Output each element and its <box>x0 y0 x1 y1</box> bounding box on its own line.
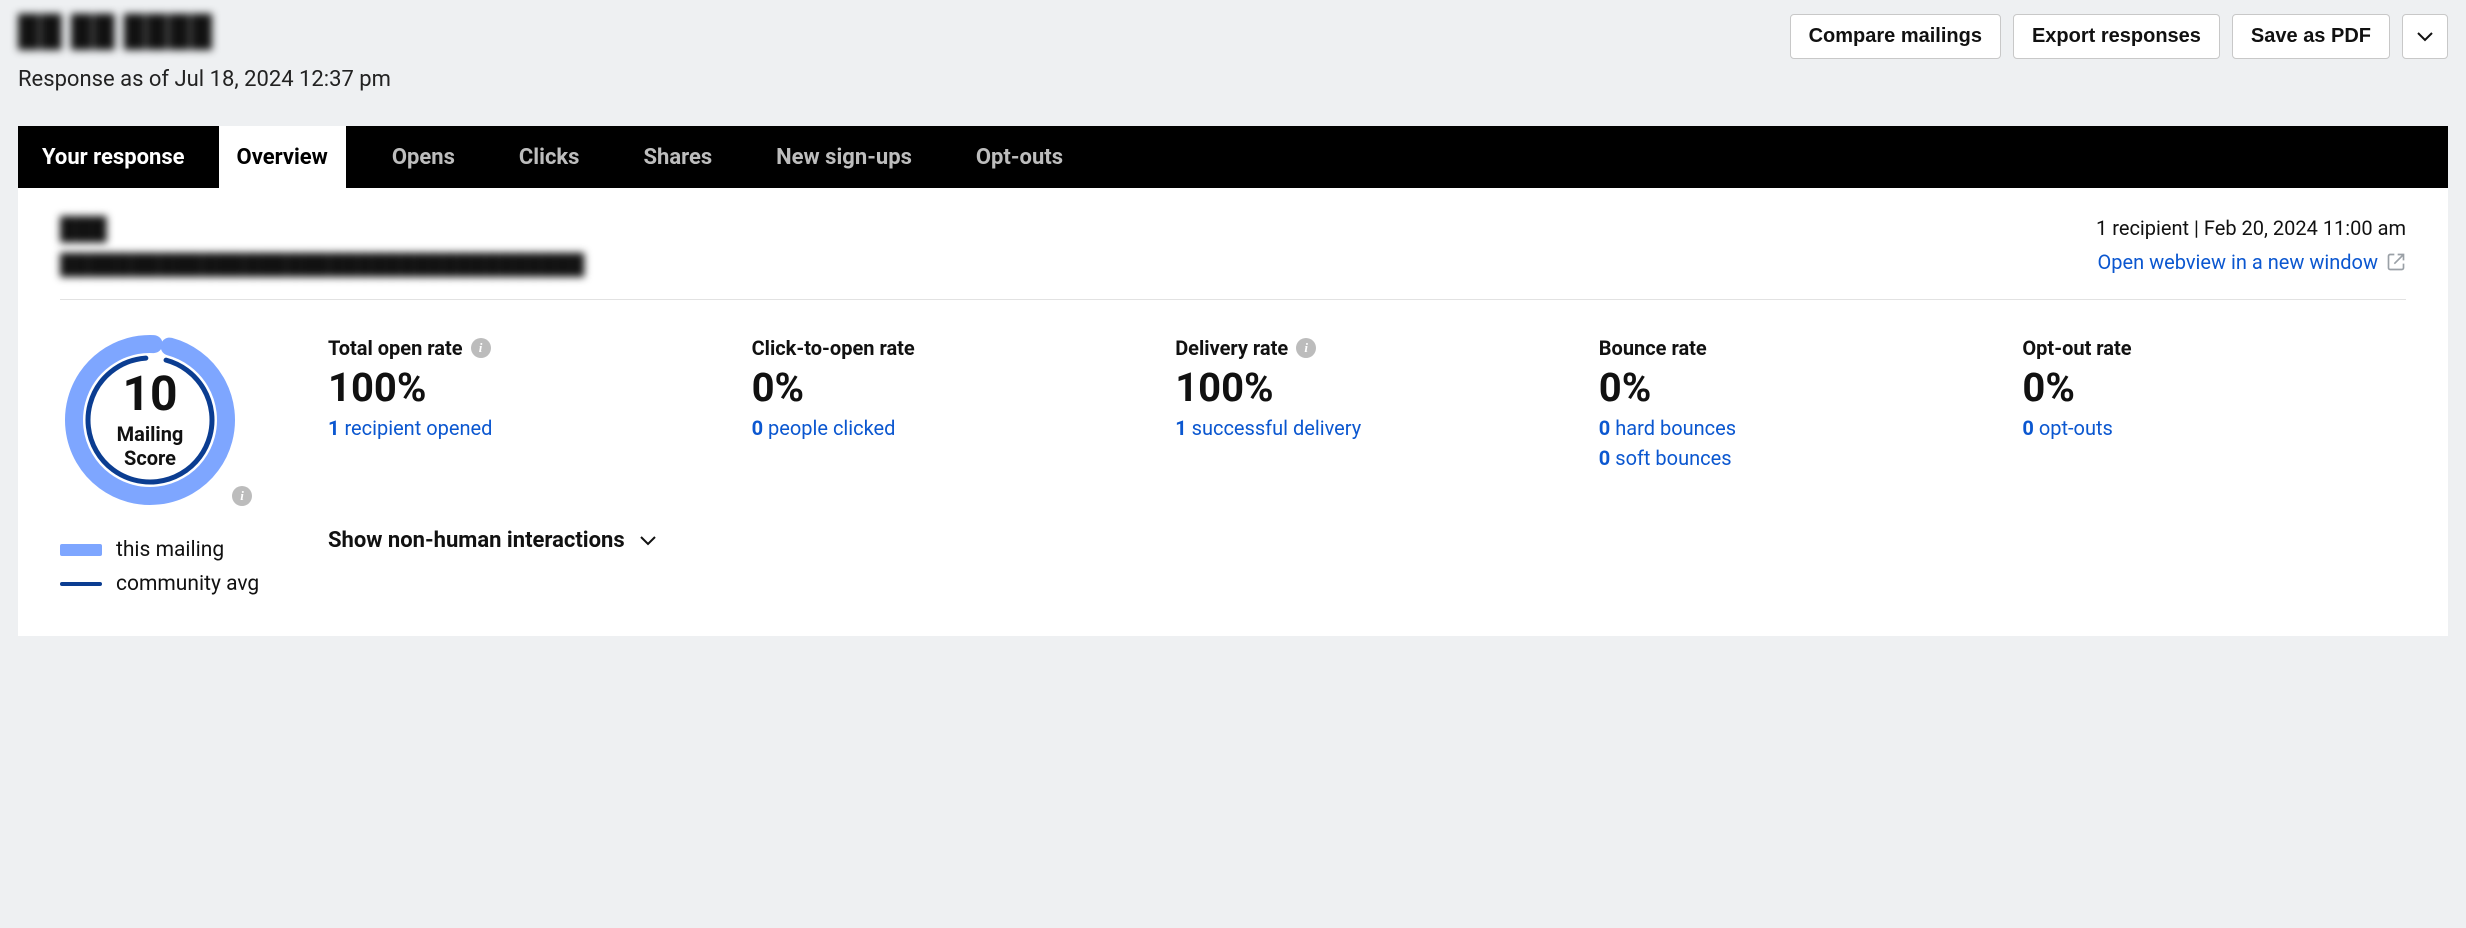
external-link-icon <box>2386 252 2406 272</box>
stat-detail-link[interactable]: 1 recipient opened <box>328 416 712 440</box>
caret-down-icon <box>2417 25 2433 48</box>
open-webview-link[interactable]: Open webview in a new window <box>2097 250 2406 274</box>
stat-detail-link[interactable]: 0 people clicked <box>752 416 1136 440</box>
info-icon[interactable]: i <box>471 338 491 358</box>
legend-swatch-icon <box>60 582 102 586</box>
stat-optout-rate: Opt-out rate 0% 0 opt-outs <box>2022 336 2406 470</box>
response-timestamp: Response as of Jul 18, 2024 12:37 pm <box>18 67 391 92</box>
tab-clicks[interactable]: Clicks <box>501 126 598 188</box>
mailing-subject: ███ <box>60 216 584 242</box>
stat-click-to-open-rate: Click-to-open rate 0% 0 people clicked <box>752 336 1136 470</box>
legend-community-avg-label: community avg <box>116 572 259 596</box>
stat-detail-text: soft bounces <box>1610 446 1731 470</box>
open-webview-label: Open webview in a new window <box>2097 250 2378 274</box>
stat-detail-num: 0 <box>1599 446 1610 470</box>
stat-value: 0% <box>752 366 1136 410</box>
chevron-down-icon <box>639 535 657 547</box>
show-non-human-toggle[interactable]: Show non-human interactions <box>328 528 2406 553</box>
mailing-from-line: █████████████████████████████████████ <box>60 252 584 277</box>
tab-opens[interactable]: Opens <box>374 126 473 188</box>
tab-shares[interactable]: Shares <box>625 126 730 188</box>
stat-title: Total open rate <box>328 336 463 360</box>
tabs-bar: Your response Overview Opens Clicks Shar… <box>18 126 2448 188</box>
stat-value: 100% <box>328 366 712 410</box>
info-icon[interactable]: i <box>232 486 252 506</box>
info-icon[interactable]: i <box>1296 338 1316 358</box>
save-as-pdf-button[interactable]: Save as PDF <box>2232 14 2390 59</box>
stat-soft-bounces-link[interactable]: 0 soft bounces <box>1599 446 1983 470</box>
legend-swatch-icon <box>60 544 102 556</box>
stat-detail-text: successful delivery <box>1187 416 1362 440</box>
export-responses-button[interactable]: Export responses <box>2013 14 2220 59</box>
show-non-human-label: Show non-human interactions <box>328 528 625 553</box>
legend-this-mailing: this mailing <box>60 538 259 562</box>
recipients-line: 1 recipient | Feb 20, 2024 11:00 am <box>2096 216 2406 240</box>
tab-new-signups[interactable]: New sign-ups <box>758 126 930 188</box>
stat-detail-text: people clicked <box>763 416 895 440</box>
mailing-score-label: MailingScore <box>117 422 184 470</box>
tab-optouts[interactable]: Opt-outs <box>958 126 1081 188</box>
stat-hard-bounces-link[interactable]: 0 hard bounces <box>1599 416 1983 440</box>
stat-detail-text: recipient opened <box>339 416 492 440</box>
stat-detail-link[interactable]: 0 opt-outs <box>2022 416 2406 440</box>
page-title: ██ ██ ████ <box>18 14 391 49</box>
stat-detail-num: 0 <box>1599 416 1610 440</box>
tab-overview[interactable]: Overview <box>219 126 346 188</box>
stat-detail-num: 1 <box>328 416 339 440</box>
stat-title: Opt-out rate <box>2022 336 2131 360</box>
stat-delivery-rate: Delivery rate i 100% 1 successful delive… <box>1175 336 1559 470</box>
stat-title: Delivery rate <box>1175 336 1288 360</box>
mailing-score-value: 10 <box>122 370 177 418</box>
stat-detail-num: 1 <box>1175 416 1186 440</box>
stat-title: Bounce rate <box>1599 336 1707 360</box>
stat-detail-text: hard bounces <box>1610 416 1736 440</box>
compare-mailings-button[interactable]: Compare mailings <box>1790 14 2001 59</box>
stat-title: Click-to-open rate <box>752 336 915 360</box>
stat-detail-num: 0 <box>2022 416 2033 440</box>
stat-bounce-rate: Bounce rate 0% 0 hard bounces 0 soft bou… <box>1599 336 1983 470</box>
stat-detail-text: opt-outs <box>2034 416 2113 440</box>
tabs-heading: Your response <box>36 145 191 170</box>
stat-value: 100% <box>1175 366 1559 410</box>
stat-value: 0% <box>1599 366 1983 410</box>
stat-value: 0% <box>2022 366 2406 410</box>
legend-this-mailing-label: this mailing <box>116 538 224 562</box>
mailing-score-gauge: 10 MailingScore i <box>60 330 240 510</box>
stat-total-open-rate: Total open rate i 100% 1 recipient opene… <box>328 336 712 470</box>
legend-community-avg: community avg <box>60 572 259 596</box>
stat-detail-num: 0 <box>752 416 763 440</box>
stat-detail-link[interactable]: 1 successful delivery <box>1175 416 1559 440</box>
save-as-pdf-dropdown-button[interactable] <box>2402 14 2448 59</box>
